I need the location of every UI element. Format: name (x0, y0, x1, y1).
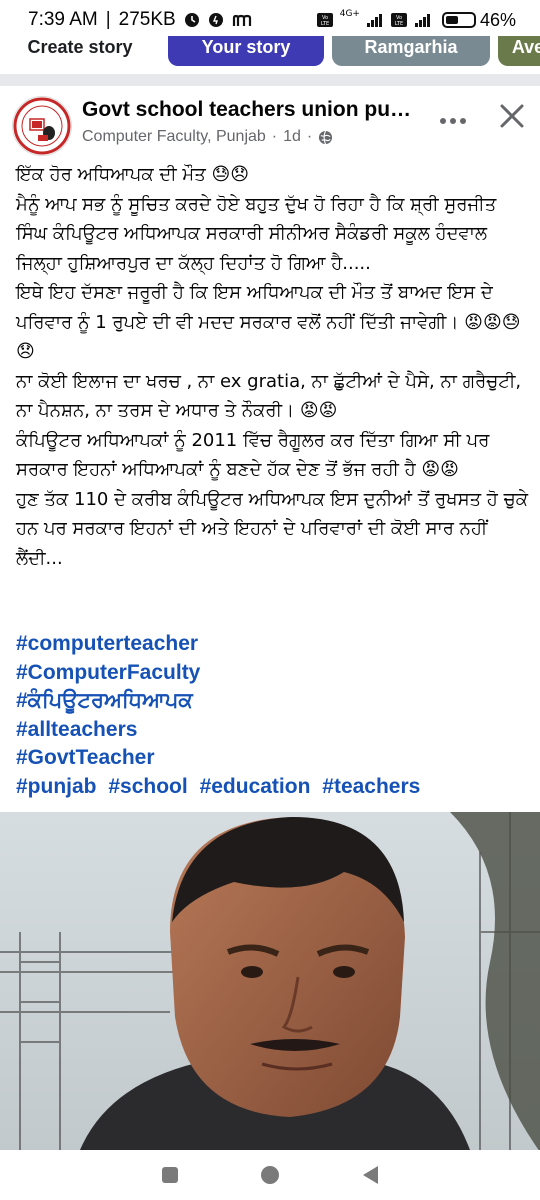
post-photo[interactable] (0, 812, 540, 1150)
close-post-button[interactable] (492, 96, 532, 136)
status-bar: 7:39 AM | 275KB Vo LTE 4G+ Vo LTE 46% (0, 0, 540, 40)
page-name[interactable]: Govt school teachers union punjab (82, 98, 412, 122)
signal-icon-2 (414, 14, 430, 27)
your-story-card[interactable]: Your story (168, 36, 324, 66)
hashtag-link[interactable]: #GovtTeacher (16, 746, 155, 769)
battery-fill (445, 16, 458, 24)
union-logo-icon (13, 97, 71, 155)
volte-icon-2: VoLTE (390, 13, 407, 27)
status-data-speed: 275KB (118, 9, 176, 30)
post-paragraph: ਕੰਪਿਊਟਰ ਅਧਿਆਪਕਾਂ ਨੂੰ 2011 ਵਿੱਚ ਰੈਗੂਲਰ ਕਰ… (16, 429, 490, 481)
post-author[interactable]: Computer Faculty, Punjab (82, 128, 266, 146)
stories-strip: Create story Your story Ramgarhia Ave (0, 36, 540, 74)
post-header: Govt school teachers union punjab Comput… (0, 86, 540, 156)
system-nav-bar (0, 1150, 540, 1200)
recents-icon (162, 1167, 178, 1183)
friend-story-label: Ramgarhia (364, 37, 458, 57)
post-paragraph: ਹੁਣ ਤੱਕ 110 ਦੇ ਕਰੀਬ ਕੰਪਿਊਟਰ ਅਧਿਆਪਕ ਇਸ ਦੁ… (16, 488, 528, 569)
your-story-label: Your story (201, 37, 291, 57)
globe-icon (319, 130, 333, 144)
shield-icon (208, 13, 223, 27)
friend-story-label-2: Ave (511, 37, 540, 57)
post-paragraph: ਨਾ ਕੋਈ ਇਲਾਜ ਦਾ ਖਰਚ , ਨਾ ex gratia, ਨਾ ਛੁ… (16, 370, 522, 422)
hashtag-link[interactable]: #ComputerFaculty (16, 661, 200, 684)
hashtag-link[interactable]: #punjab (16, 775, 97, 798)
friend-story-card[interactable]: Ramgarhia (332, 36, 490, 66)
back-button[interactable] (359, 1164, 381, 1186)
hashtag-list: #computerteacher #ComputerFaculty #ਕੰਪਿਊ… (16, 630, 530, 801)
clock-icon (184, 13, 199, 27)
volte-icon: VoLTE (316, 13, 333, 27)
home-icon (261, 1166, 279, 1184)
battery-icon (441, 12, 476, 28)
post-paragraph: ਇਥੇ ਇਹ ਦੱਸਣਾ ਜਰੂਰੀ ਹੈ ਕਿ ਇਸ ਅਧਿਆਪਕ ਦੀ ਮੌ… (16, 282, 521, 362)
svg-text:LTE: LTE (321, 21, 329, 27)
portrait-image (0, 812, 540, 1150)
home-button[interactable] (259, 1164, 281, 1186)
feed-divider (0, 74, 540, 86)
friend-story-card-2[interactable]: Ave (498, 36, 540, 66)
back-icon (363, 1166, 378, 1184)
more-options-button[interactable] (436, 104, 470, 138)
post-time[interactable]: 1d (283, 128, 301, 146)
signal-icon (366, 14, 382, 27)
battery-percent: 46% (479, 9, 516, 30)
m-app-icon (232, 14, 251, 26)
more-horizontal-icon (440, 118, 466, 124)
hashtag-link[interactable]: #education (200, 775, 311, 798)
create-story-label: Create story (27, 37, 133, 57)
status-right: Vo LTE 4G+ Vo LTE 46% (316, 9, 516, 31)
post-paragraph: ਮੈਨੂੰ ਆਪ ਸਭ ਨੂੰ ਸੂਚਿਤ ਕਰਦੇ ਹੋਏ ਬਹੁਤ ਦੁੱਖ… (16, 193, 497, 274)
hashtag-link[interactable]: #computerteacher (16, 632, 198, 655)
svg-text:LTE: LTE (395, 21, 403, 27)
hashtag-link[interactable]: #ਕੰਪਿਊਟਰਅਧਿਆਪਕ (16, 689, 193, 712)
status-left: 7:39 AM | 275KB (28, 9, 252, 31)
recents-button[interactable] (159, 1164, 181, 1186)
status-time: 7:39 AM (28, 9, 98, 30)
create-story-card[interactable]: Create story (0, 36, 160, 66)
close-icon (500, 104, 524, 128)
hashtag-link[interactable]: #school (108, 775, 187, 798)
hashtag-link[interactable]: #teachers (322, 775, 420, 798)
post-text: ਇੱਕ ਹੋਰ ਅਧਿਆਪਕ ਦੀ ਮੌਤ 😓😞 ਮੈਨੂੰ ਆਪ ਸਭ ਨੂੰ… (16, 160, 530, 573)
post-paragraph: ਇੱਕ ਹੋਰ ਅਧਿਆਪਕ ਦੀ ਮੌਤ 😓😞 (16, 164, 250, 185)
post-meta: Computer Faculty, Punjab · 1d · (82, 128, 333, 146)
page-avatar[interactable] (12, 96, 72, 156)
network-type: 4G+ (339, 9, 360, 19)
battery: 46% (441, 9, 516, 31)
hashtag-link[interactable]: #allteachers (16, 718, 137, 741)
